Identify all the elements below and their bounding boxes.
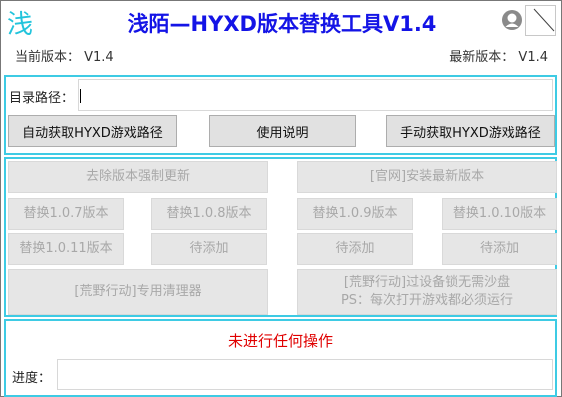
pending-button-1[interactable]: 待添加 (151, 233, 267, 265)
replace-1010-button[interactable]: 替换1.0.10版本 (442, 198, 557, 230)
replace-1011-button[interactable]: 替换1.0.11版本 (8, 233, 124, 265)
device-lock-button[interactable]: [荒野行动]过设备锁无需沙盘 PS：每次打开游戏都必须运行 (297, 269, 557, 315)
status-panel: 未进行任何操作 进度： (4, 319, 557, 397)
replace-109-button[interactable]: 替换1.0.9版本 (297, 198, 413, 230)
text-caret (80, 89, 81, 103)
close-icon[interactable] (525, 5, 556, 36)
app-window: 浅 浅陌—HYXD版本替换工具V1.4 当前版本： V1.4 最新版本： V1.… (0, 0, 562, 397)
cleaner-button[interactable]: [荒野行动]专用清理器 (8, 269, 268, 315)
remove-force-update-button[interactable]: 去除版本强制更新 (8, 161, 268, 193)
latest-version: 最新版本： V1.4 (449, 50, 548, 65)
device-lock-line2: PS：每次打开游戏都必须运行 (340, 293, 514, 308)
current-version: 当前版本： V1.4 (15, 50, 114, 65)
dir-path-input[interactable] (78, 79, 553, 111)
install-latest-button[interactable]: [官网]安装最新版本 (297, 161, 557, 193)
help-button[interactable]: 使用说明 (209, 115, 356, 147)
device-lock-line1: [荒野行动]过设备锁无需沙盘 (343, 275, 511, 290)
pending-button-2[interactable]: 待添加 (297, 233, 413, 265)
progress-bar (57, 359, 553, 390)
pending-button-3[interactable]: 待添加 (442, 233, 557, 265)
path-panel: 目录路径： 自动获取HYXD游戏路径 使用说明 手动获取HYXD游戏路径 (4, 75, 557, 155)
replace-108-button[interactable]: 替换1.0.8版本 (151, 198, 267, 230)
window-title: 浅陌—HYXD版本替换工具V1.4 (127, 12, 437, 36)
person-icon[interactable] (501, 9, 523, 31)
replace-107-button[interactable]: 替换1.0.7版本 (8, 198, 124, 230)
manual-path-button[interactable]: 手动获取HYXD游戏路径 (386, 115, 555, 147)
status-text: 未进行任何操作 (227, 332, 333, 350)
actions-panel: 去除版本强制更新 [官网]安装最新版本 替换1.0.7版本 替换1.0.8版本 … (4, 157, 557, 317)
progress-label: 进度： (12, 371, 52, 386)
dir-label: 目录路径： (9, 91, 75, 106)
auto-path-button[interactable]: 自动获取HYXD游戏路径 (8, 115, 177, 147)
